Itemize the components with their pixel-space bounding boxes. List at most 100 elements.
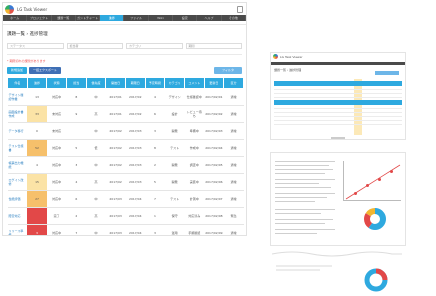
cell-updated: 2017/02/08: [204, 207, 224, 225]
column-header[interactable]: カテゴリ: [164, 77, 185, 89]
text-line: [275, 173, 325, 174]
cell-owner: 2: [66, 207, 87, 225]
column-header[interactable]: コメント: [183, 77, 205, 89]
nav-item[interactable]: ヘルプ: [197, 15, 222, 21]
divider: [7, 54, 242, 55]
filter-field[interactable]: 期間: [185, 43, 242, 49]
page-title: 課題一覧 › 進捗管理: [7, 32, 48, 37]
nav-item[interactable]: 課題一覧: [52, 15, 76, 21]
cell-kind: 通常: [223, 139, 244, 157]
text-line: [275, 201, 315, 202]
cell-due: 2017/03: [125, 156, 146, 174]
text-line: [275, 197, 327, 198]
table-row[interactable]: 帳票出力機能 4 対応中 3 中 2017/02 2017/03 2 開発 調査中 2017/02/…: [7, 156, 244, 174]
cell-due: 2017/03: [125, 173, 146, 191]
nav-item[interactable]: Wiki: [149, 15, 174, 21]
column-header[interactable]: 状態: [46, 77, 67, 89]
filter-button[interactable]: フィルタ: [214, 67, 242, 74]
nav-item[interactable]: ガントチャート: [76, 15, 101, 21]
cell-kind: 通常: [223, 173, 244, 191]
cell-title[interactable]: リリース準備: [7, 224, 28, 235]
cell-comment: 計測中: [184, 190, 205, 208]
table-row[interactable]: 障害対応 完了 2 高 2017/03 2017/04 1 保守 対応済み 2017/02/08 緊…: [7, 207, 244, 225]
cell-title[interactable]: テスト仕様書: [7, 139, 28, 157]
cell-status: 未対応: [46, 122, 67, 140]
cell-start: 2017/02: [105, 122, 126, 140]
table-row[interactable]: リリース準備 3 対応中 7 中 2017/03 2017/04 3 運用 手順確認 2017/02…: [7, 224, 244, 235]
cell-cat: テスト: [164, 190, 185, 208]
cell-progress: 27: [27, 190, 47, 208]
export-button[interactable]: 一括エクスポート: [29, 67, 61, 74]
table-row[interactable]: テスト仕様書 52 対応中 5 低 2017/02 2017/03 8 テスト 作成中 2017/0…: [7, 139, 244, 157]
cell-updated: 2017/02/03: [204, 122, 224, 140]
filter-field[interactable]: カテゴリ: [126, 43, 183, 49]
cell-kind: 通常: [223, 156, 244, 174]
cell-due: 2017/03: [125, 122, 146, 140]
nav-item[interactable]: 設定: [173, 15, 198, 21]
table-row[interactable]: 性能評価 27 対応中 6 中 2017/03 2017/04 7 テスト 計測中 2017/02/…: [7, 190, 244, 208]
cell-owner: 3: [66, 156, 87, 174]
text-line: [275, 233, 317, 234]
cell-start: 2017/01: [105, 105, 126, 123]
column-header[interactable]: 開始日: [105, 77, 126, 89]
cell-kind: 通常: [223, 190, 244, 208]
cell-cat: 開発: [164, 156, 185, 174]
cell-owner: 8: [66, 88, 87, 106]
trend-line: [345, 164, 401, 200]
column-header[interactable]: 予定時間: [144, 77, 166, 89]
task-table: 件名 進捗 状態 担当 優先度 開始日 期限日 予定時間 カテゴリ コメント 更新日 区分 デザイン確…: [7, 77, 244, 235]
nav-item[interactable]: プロジェクト: [27, 15, 52, 21]
table-row[interactable]: デザイン確認作業 13 対応中 8 中 2017/01 2017/02 4 デザイン 仕様確認中 2…: [7, 88, 244, 106]
column-header[interactable]: 進捗: [26, 77, 48, 89]
cell-updated: 2017/02/07: [204, 190, 224, 208]
cell-title[interactable]: 帳票出力機能: [7, 156, 28, 174]
cell-progress: 3: [27, 224, 47, 235]
column-header[interactable]: 区分: [223, 77, 244, 89]
cell-title[interactable]: 障害対応: [7, 207, 28, 225]
main-window: LG Task Viewer ホーム プロジェクト 課題一覧 ガントチャート 進捗 ファイ…: [2, 2, 247, 236]
filter-field[interactable]: ステータス: [7, 43, 64, 49]
text-line: [275, 223, 325, 224]
cell-comment: 作成中: [184, 139, 205, 157]
column-header[interactable]: 件名: [7, 77, 28, 89]
column-header[interactable]: 更新日: [203, 77, 225, 89]
cell-priority: 中: [86, 88, 106, 106]
cell-cat: 保守: [164, 207, 185, 225]
cell-hours: 2: [145, 156, 165, 174]
nav-item[interactable]: 進捗: [100, 15, 125, 21]
preview-bottom-page: [272, 250, 402, 294]
filter-field[interactable]: 担当者: [66, 43, 123, 49]
cell-comment: レビュー待ち: [184, 105, 205, 123]
table-row[interactable]: ログイン改修 15 対応中 4 高 2017/02 2017/03 5 開発 実装中 2017/02…: [7, 173, 244, 191]
cell-owner: 4: [66, 173, 87, 191]
column-header[interactable]: 担当: [65, 77, 87, 89]
cell-title[interactable]: 性能評価: [7, 190, 28, 208]
cell-updated: 2017/02/06: [204, 173, 224, 191]
nav-item[interactable]: その他: [222, 15, 246, 21]
text-line: [275, 179, 335, 180]
cell-hours: 3: [145, 122, 165, 140]
cell-status: 対応中: [46, 139, 67, 157]
text-line: [275, 229, 335, 230]
cell-title[interactable]: デザイン確認作業: [7, 88, 28, 106]
text-line: [275, 161, 335, 162]
column-header[interactable]: 期限日: [124, 77, 146, 89]
cell-title[interactable]: データ移行: [7, 122, 28, 140]
divider: [3, 24, 246, 25]
table-row[interactable]: 画面設計書作成 33 未対応 9 高 2017/01 2017/02 6 設計 レビュー待ち 201…: [7, 105, 244, 123]
user-icon[interactable]: [237, 5, 243, 13]
cell-title[interactable]: 画面設計書作成: [7, 105, 28, 123]
column-header[interactable]: 優先度: [85, 77, 107, 89]
preview-button: [375, 71, 399, 75]
nav-item[interactable]: ファイル: [124, 15, 149, 21]
nav-item[interactable]: ホーム: [3, 15, 28, 21]
table-row[interactable]: データ移行 0 未対応 中 2017/02 2017/03 3 開発 準備中 2017/02/03…: [7, 122, 244, 140]
cell-priority: 中: [86, 156, 106, 174]
add-button[interactable]: 新規追加: [7, 67, 28, 74]
text-line: [275, 187, 331, 188]
preview-table-row: [274, 121, 402, 125]
cell-title[interactable]: ログイン改修: [7, 173, 28, 191]
preview-brand: LG Task Viewer: [280, 54, 303, 59]
screenshot-stage: LG Task Viewer ホーム プロジェクト 課題一覧 ガントチャート 進捗 ファイ…: [0, 0, 436, 296]
cell-priority: 高: [86, 207, 106, 225]
